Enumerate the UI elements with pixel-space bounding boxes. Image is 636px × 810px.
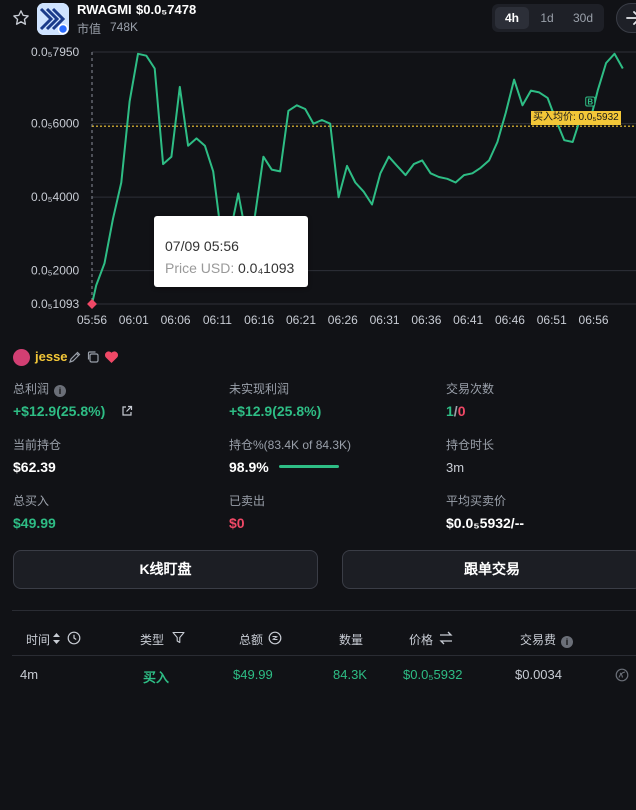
swap-icon[interactable]	[438, 631, 454, 645]
x-tick-label: 06:01	[119, 313, 149, 327]
holding-value: $62.39	[13, 459, 56, 475]
sort-icon[interactable]	[52, 632, 61, 645]
x-tick-label: 06:26	[328, 313, 358, 327]
row-type: 买入	[143, 670, 170, 685]
tooltip-date: 07/09 05:56	[165, 238, 239, 254]
star-icon[interactable]	[12, 9, 30, 27]
y-tick-label: 0.0₅7950	[31, 45, 80, 59]
price-chart[interactable]: 0.0₅7950 0.0₅6000 0.0₅4000 0.0₅2000 0.0₅1093…	[0, 40, 636, 340]
total-profit-label: 总利润 i	[13, 380, 67, 397]
unrealized-profit-label: 未实现利润	[229, 382, 290, 396]
avg-price-value: $0.0₅5932/--	[446, 515, 525, 531]
x-tick-label: 06:41	[453, 313, 483, 327]
trade-sell-count: 0	[457, 403, 466, 419]
x-tick-label: 06:06	[161, 313, 191, 327]
sold-label: 已卖出	[229, 494, 266, 508]
avg-price-label: 平均买卖价	[446, 494, 507, 508]
total-profit-value: +$12.9(25.8%)	[13, 403, 106, 419]
x-tick-label: 06:46	[495, 313, 525, 327]
avatar[interactable]	[13, 349, 30, 366]
kline-watch-button[interactable]: K线盯盘	[13, 550, 318, 589]
chart-tooltip: 07/09 05:56 Price USD: 0.0₄1093	[154, 216, 308, 287]
clock-icon[interactable]	[67, 631, 81, 645]
y-tick-label: 0.0₅2000	[31, 264, 80, 278]
market-cap-value: 748K	[110, 20, 139, 34]
market-cap-label: 市值	[77, 22, 102, 36]
row-time: 4m	[20, 667, 39, 682]
x-tick-label: 05:56	[77, 313, 107, 327]
currency-icon[interactable]	[268, 631, 282, 645]
row-quantity: 84.3K	[333, 667, 367, 682]
col-fee[interactable]: 交易费 i	[520, 631, 574, 648]
holding-percent-value: 98.9%	[229, 459, 269, 475]
x-tick-label: 06:16	[244, 313, 274, 327]
copy-icon[interactable]	[86, 350, 100, 364]
info-icon[interactable]: i	[561, 636, 574, 648]
arrow-right-icon	[626, 11, 636, 25]
x-tick-label: 06:21	[286, 313, 316, 327]
col-quantity[interactable]: 数量	[339, 631, 363, 648]
next-button[interactable]	[616, 3, 636, 33]
timeframe-4h[interactable]: 4h	[495, 7, 529, 29]
row-total: $49.99	[233, 667, 273, 682]
tooltip-value: 0.0₄1093	[238, 260, 295, 276]
token-price: $0.0₅7478	[136, 2, 197, 17]
col-type[interactable]: 类型	[140, 631, 164, 648]
buy-marker-label: B	[587, 97, 593, 106]
explorer-link-icon[interactable]	[615, 668, 629, 682]
x-tick-label: 06:36	[411, 313, 441, 327]
unrealized-profit-value: +$12.9(25.8%)	[229, 403, 322, 419]
token-header: RWAGMI $0.0₅7478 市值 748K 4h 1d 30d	[0, 0, 636, 40]
filter-icon[interactable]	[172, 631, 185, 644]
holding-percent-label: 持仓%(83.4K of 84.3K)	[229, 438, 352, 452]
y-tick-label: 0.0₅1093	[31, 297, 80, 311]
price-point-marker	[87, 299, 97, 309]
tooltip-label: Price USD:	[165, 260, 235, 276]
col-time[interactable]: 时间	[26, 631, 50, 648]
info-icon[interactable]: i	[54, 385, 67, 397]
token-logo	[37, 3, 69, 35]
row-fee: $0.0034	[515, 667, 562, 682]
col-price[interactable]: 价格	[409, 631, 433, 648]
holding-duration-label: 持仓时长	[446, 438, 495, 452]
heart-icon[interactable]	[104, 350, 119, 364]
col-total[interactable]: 总额	[239, 631, 263, 648]
username[interactable]: jesse	[35, 349, 68, 364]
trade-count-value: 1/0	[446, 403, 465, 419]
x-tick-label: 06:31	[370, 313, 400, 327]
token-symbol: RWAGMI	[77, 2, 132, 17]
timeframe-1d[interactable]: 1d	[532, 7, 562, 29]
sold-value: $0	[229, 515, 245, 531]
holding-label: 当前持仓	[13, 438, 62, 452]
y-tick-label: 0.0₅4000	[31, 190, 80, 204]
external-link-icon[interactable]	[121, 405, 133, 417]
x-tick-label: 06:56	[579, 313, 609, 327]
edit-icon[interactable]	[68, 350, 82, 364]
total-buy-value: $49.99	[13, 515, 56, 531]
holding-duration-value: 3m	[446, 460, 465, 475]
trade-count-label: 交易次数	[446, 382, 495, 396]
divider	[12, 655, 636, 656]
row-price: $0.0₅5932	[403, 667, 463, 682]
timeframe-30d[interactable]: 30d	[564, 7, 602, 29]
trade-buy-count: 1	[446, 403, 454, 419]
copy-trade-button[interactable]: 跟单交易	[342, 550, 636, 589]
divider	[12, 610, 636, 611]
holding-percent-bar	[279, 465, 340, 468]
total-buy-label: 总买入	[13, 494, 50, 508]
timeframe-switcher: 4h 1d 30d	[492, 4, 604, 32]
avg-buy-price-label: 买入均价: 0.0₅5932	[531, 111, 621, 125]
x-tick-label: 06:51	[537, 313, 567, 327]
x-tick-label: 06:11	[203, 313, 232, 327]
y-tick-label: 0.0₅6000	[31, 117, 80, 131]
